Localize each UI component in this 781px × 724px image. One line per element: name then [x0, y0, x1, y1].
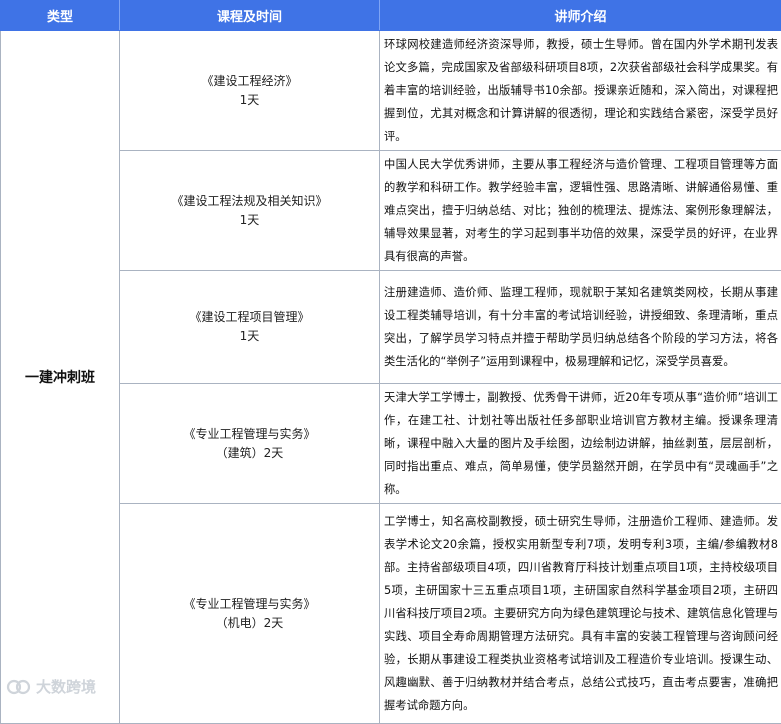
- teacher-intro: 环球网校建造师经济资深导师，教授，硕士生导师。曾在国内外学术期刊发表论文多篇，完…: [380, 31, 781, 151]
- course-table: 类型 课程及时间 讲师介绍 一建冲刺班 《建设工程经济》 1天 环球网校建造师经…: [0, 0, 781, 724]
- course-duration: 1天: [121, 327, 378, 346]
- course-name: 《建设工程项目管理》: [121, 308, 378, 327]
- course-cell: 《建设工程经济》 1天: [120, 31, 380, 151]
- course-name: 《专业工程管理与实务》: [121, 595, 378, 614]
- teacher-intro: 天津大学工学博士，副教授、优秀骨干讲师，近20年专项从事“造价师”培训工作，在建…: [380, 384, 781, 504]
- course-cell: 《建设工程法规及相关知识》 1天: [120, 151, 380, 271]
- course-cell: 《建设工程项目管理》 1天: [120, 271, 380, 384]
- course-duration: （机电）2天: [121, 614, 378, 633]
- header-type: 类型: [1, 1, 120, 31]
- teacher-intro: 工学博士，知名高校副教授，硕士研究生导师，注册造价工程师、建造师。发表学术论文2…: [380, 504, 781, 724]
- table-header: 类型 课程及时间 讲师介绍: [1, 1, 781, 31]
- teacher-intro: 中国人民大学优秀讲师，主要从事工程经济与造价管理、工程项目管理等方面的教学和科研…: [380, 151, 781, 271]
- page: 类型 课程及时间 讲师介绍 一建冲刺班 《建设工程经济》 1天 环球网校建造师经…: [0, 0, 781, 703]
- teacher-intro: 注册建造师、造价师、监理工程师，现就职于某知名建筑类网校，长期从事建设工程类辅导…: [380, 271, 781, 384]
- course-cell: 《专业工程管理与实务》 （建筑）2天: [120, 384, 380, 504]
- header-teacher: 讲师介绍: [380, 1, 781, 31]
- course-name: 《专业工程管理与实务》: [121, 425, 378, 444]
- header-course: 课程及时间: [120, 1, 380, 31]
- course-duration: 1天: [121, 91, 378, 110]
- course-cell: 《专业工程管理与实务》 （机电）2天: [120, 504, 380, 724]
- course-name: 《建设工程法规及相关知识》: [121, 192, 378, 211]
- table-body: 一建冲刺班 《建设工程经济》 1天 环球网校建造师经济资深导师，教授，硕士生导师…: [1, 31, 781, 724]
- course-duration: 1天: [121, 211, 378, 230]
- type-cell: 一建冲刺班: [1, 31, 120, 724]
- table-row: 一建冲刺班 《建设工程经济》 1天 环球网校建造师经济资深导师，教授，硕士生导师…: [1, 31, 781, 151]
- course-duration: （建筑）2天: [121, 444, 378, 463]
- course-name: 《建设工程经济》: [121, 72, 378, 91]
